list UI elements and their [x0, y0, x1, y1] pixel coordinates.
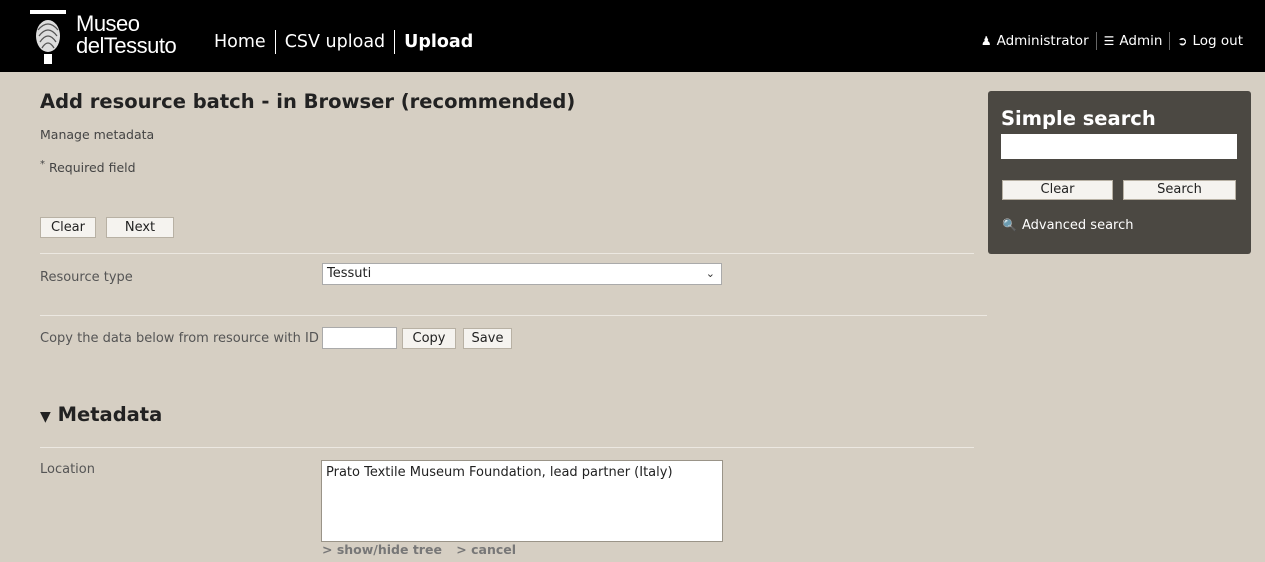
nav-divider	[394, 30, 396, 54]
metadata-section-toggle[interactable]: ▼ Metadata	[40, 403, 162, 426]
logo-text-line2: delTessuto	[76, 33, 177, 58]
divider	[40, 315, 987, 316]
resource-type-select[interactable]: Tessuti ⌄	[322, 263, 722, 285]
resource-type-label: Resource type	[40, 270, 133, 285]
clear-button[interactable]: Clear	[40, 217, 96, 238]
chevron-down-icon: ⌄	[705, 267, 715, 280]
cancel-link[interactable]: > cancel	[456, 542, 516, 557]
metadata-heading: Metadata	[57, 403, 163, 426]
location-textarea[interactable]: Prato Textile Museum Foundation, lead pa…	[321, 460, 723, 542]
search-input[interactable]	[1001, 134, 1237, 159]
copy-from-label: Copy the data below from resource with I…	[40, 331, 319, 346]
top-header: Museo delTessuto Home CSV upload Upload …	[0, 0, 1265, 72]
user-link[interactable]: ♟ Administrator	[981, 33, 1089, 49]
menu-icon: ☰	[1103, 34, 1115, 48]
page-title: Add resource batch - in Browser (recomme…	[40, 90, 576, 113]
simple-search-title: Simple search	[1001, 107, 1156, 130]
user-menu-divider	[1169, 32, 1171, 50]
simple-search-panel: Simple search Clear Search 🔍 Advanced sea…	[988, 91, 1251, 254]
search-clear-button[interactable]: Clear	[1002, 180, 1113, 200]
nav-home[interactable]: Home	[214, 32, 266, 52]
tree-links: > show/hide tree > cancel	[322, 542, 526, 557]
fingerprint-logo-icon	[30, 10, 66, 64]
resource-id-input[interactable]	[322, 327, 397, 349]
location-label: Location	[40, 462, 95, 477]
logout-icon: ➲	[1177, 34, 1188, 48]
museo-logo[interactable]: Museo delTessuto	[30, 10, 180, 66]
save-button[interactable]: Save	[463, 328, 512, 349]
main-nav: Home CSV upload Upload	[214, 30, 473, 54]
page-subtitle: Manage metadata	[40, 127, 155, 142]
show-hide-tree-link[interactable]: > show/hide tree	[322, 542, 442, 557]
divider	[40, 447, 974, 448]
user-icon: ♟	[980, 34, 992, 48]
required-field-note: * Required field	[40, 159, 136, 176]
nav-divider	[274, 30, 276, 54]
copy-button[interactable]: Copy	[402, 328, 456, 349]
nav-csv-upload[interactable]: CSV upload	[285, 32, 385, 52]
resource-type-value: Tessuti	[327, 266, 372, 281]
next-button[interactable]: Next	[106, 217, 174, 238]
admin-link[interactable]: ☰ Admin	[1104, 33, 1163, 49]
zoom-in-icon: 🔍	[1002, 218, 1017, 232]
search-button[interactable]: Search	[1123, 180, 1236, 200]
caret-down-icon: ▼	[40, 409, 51, 425]
logout-link[interactable]: ➲ Log out	[1177, 33, 1243, 49]
advanced-search-link[interactable]: 🔍 Advanced search	[1002, 218, 1133, 233]
nav-upload[interactable]: Upload	[404, 32, 473, 52]
divider	[40, 253, 974, 254]
user-menu: ♟ Administrator ☰ Admin ➲ Log out	[981, 32, 1243, 50]
logo-text-line1: Museo	[76, 11, 140, 36]
user-menu-divider	[1095, 32, 1097, 50]
